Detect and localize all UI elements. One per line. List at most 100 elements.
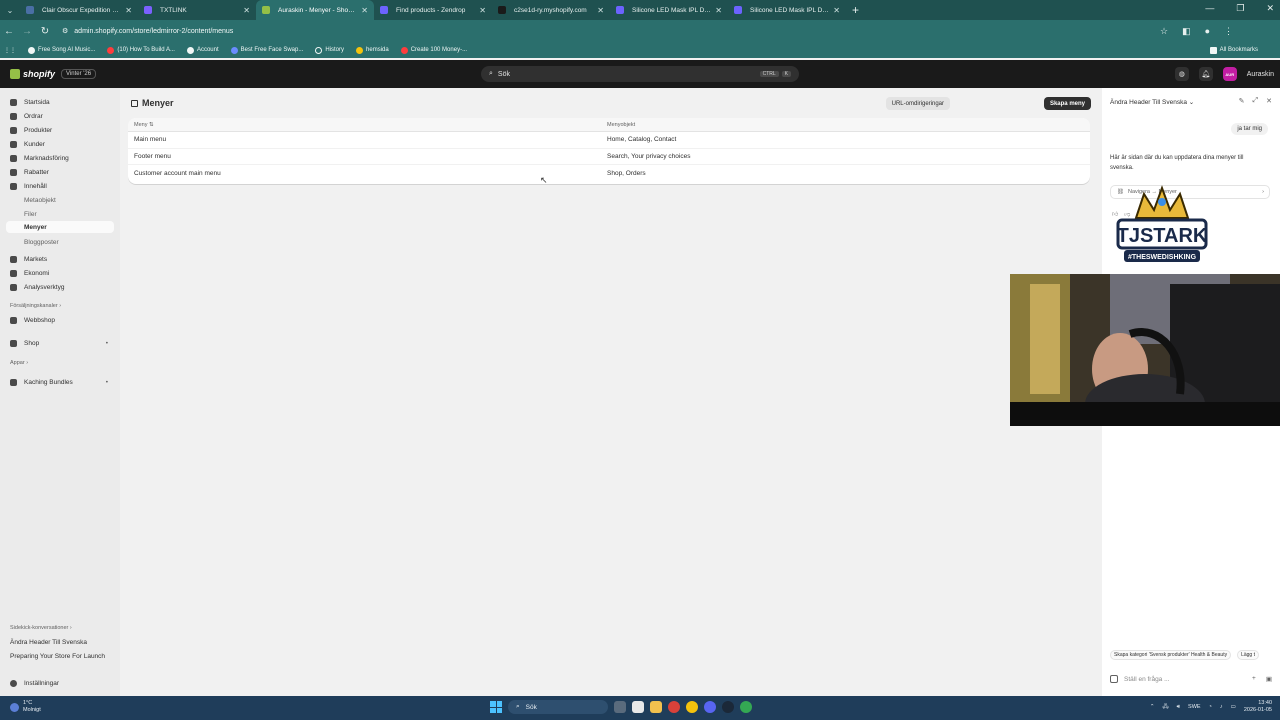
browser-tab[interactable]: c2se1d-ry.myshopify.com ✕ xyxy=(492,0,610,20)
ask-input[interactable]: Ställ en fråga ... + ▣ xyxy=(1110,672,1272,686)
edit-icon[interactable]: ✎ xyxy=(1239,97,1245,105)
back-arrow-icon[interactable]: ← xyxy=(0,26,18,37)
extensions-icon[interactable]: ◧ xyxy=(1182,26,1191,37)
bell-icon[interactable]: 🔔︎ xyxy=(1198,67,1213,81)
bookmark-item[interactable]: hemsida xyxy=(356,46,389,54)
sidebar-item-marknadsforing[interactable]: Marknadsföring xyxy=(6,152,114,164)
sidebar-item-filer[interactable]: Filer xyxy=(6,208,114,220)
windows-start-icon[interactable] xyxy=(490,701,502,713)
sidekick-conversations-heading[interactable]: Sidekick-konversationer › xyxy=(10,625,72,631)
plus-icon[interactable]: + xyxy=(1252,675,1256,683)
close-icon[interactable]: ✕ xyxy=(597,6,604,15)
sidebar-item-analysverktyg[interactable]: Analysverktyg xyxy=(6,281,114,293)
close-icon[interactable]: ✕ xyxy=(243,6,250,15)
task-view-icon[interactable] xyxy=(614,701,626,713)
store-name[interactable]: Auraskin xyxy=(1247,71,1274,78)
reload-icon[interactable]: ↻ xyxy=(36,26,54,37)
bookmark-item[interactable]: Account xyxy=(186,46,219,54)
edition-badge[interactable]: Vinter '26 xyxy=(61,69,97,79)
menu-kebab-icon[interactable]: ⋮ xyxy=(1224,26,1233,37)
sidebar-item-settings[interactable]: Inställningar xyxy=(6,677,114,689)
maximize-icon[interactable]: ❐ xyxy=(1236,3,1244,14)
url-field[interactable]: ⚙ admin.shopify.com/store/ledmirror-2/co… xyxy=(62,23,1152,39)
sidebar-item-ordrar[interactable]: Ordrar xyxy=(6,110,114,122)
table-row[interactable]: Customer account main menu Shop, Orders xyxy=(128,165,1090,182)
minimize-icon[interactable]: — xyxy=(1205,3,1214,14)
sidebar-item-kaching[interactable]: Kaching Bundles • xyxy=(6,376,114,388)
more-dot-icon[interactable]: • xyxy=(106,379,108,386)
all-bookmarks[interactable]: All Bookmarks xyxy=(1209,46,1258,54)
sidebar-item-produkter[interactable]: Produkter xyxy=(6,124,114,136)
sidebar-item-metaobjekt[interactable]: Metaobjekt xyxy=(6,194,114,206)
battery-icon[interactable]: ▭ xyxy=(1231,704,1236,710)
send-icon[interactable]: ▣ xyxy=(1266,675,1272,683)
bookmark-item[interactable]: History xyxy=(315,46,344,54)
bookmark-item[interactable]: Best Free Face Swap... xyxy=(230,46,303,54)
browser-tab[interactable]: Find products - Zendrop ✕ xyxy=(374,0,492,20)
speaker-icon[interactable]: 🔊︎ xyxy=(1177,704,1180,711)
avatar[interactable]: AUR xyxy=(1222,67,1237,81)
close-icon[interactable]: ✕ xyxy=(715,6,722,15)
browser-tab[interactable]: TXTLINK ✕ xyxy=(138,0,256,20)
weather-widget[interactable]: 1°C Molnigt xyxy=(10,700,41,714)
file-explorer-icon[interactable] xyxy=(650,701,662,713)
suggestion-chip[interactable]: Skapa kategori 'Svensk produkter' Health… xyxy=(1110,650,1232,660)
window-close-icon[interactable]: ✕ xyxy=(1266,3,1274,14)
discord-icon[interactable] xyxy=(704,701,716,713)
create-menu-button[interactable]: Skapa meny xyxy=(1043,97,1091,110)
close-icon[interactable]: ✕ xyxy=(833,6,840,15)
sidebar-item-webbshop[interactable]: Webbshop xyxy=(6,314,114,326)
sales-channels-heading[interactable]: Försäljningskanaler › xyxy=(10,303,61,309)
conversation-item[interactable]: Preparing Your Store For Launch xyxy=(10,653,105,660)
bookmark-item[interactable]: (10) How To Build A... xyxy=(107,46,175,54)
sort-icon[interactable]: ⇅ xyxy=(149,122,154,128)
sidekick-icon[interactable]: ◍ xyxy=(1174,67,1189,81)
column-header-menu[interactable]: Meny ⇅ xyxy=(128,122,607,128)
apps-grid-icon[interactable]: ⋮⋮ xyxy=(4,47,16,54)
app-icon[interactable] xyxy=(668,701,680,713)
sidebar-item-menyer[interactable]: Menyer xyxy=(6,221,114,233)
volume-icon[interactable]: ♪ xyxy=(1220,704,1223,710)
suggestion-chip[interactable]: Lägg t xyxy=(1237,650,1259,660)
bookmark-item[interactable]: Free Song AI Music... xyxy=(28,46,95,54)
sidebar-item-bloggposter[interactable]: Bloggposter xyxy=(6,236,114,248)
sidebar-item-innehall[interactable]: Innehåll xyxy=(6,180,114,192)
clock[interactable]: 13:40 2026-01-05 xyxy=(1244,700,1272,714)
sidekick-title[interactable]: Ändra Header Till Svenska ⌄ xyxy=(1110,98,1194,106)
search-input[interactable]: ⌕ Sök CTRL K xyxy=(481,66,799,82)
tray-chevron-up-icon[interactable]: ⌃ xyxy=(1150,704,1155,710)
expand-icon[interactable]: ⤢ xyxy=(1253,97,1259,105)
chrome-active-icon[interactable] xyxy=(740,701,752,713)
conversation-item[interactable]: Ändra Header Till Svenska xyxy=(10,639,87,646)
menu-name[interactable]: Customer account main menu xyxy=(128,170,607,177)
chrome-icon[interactable] xyxy=(686,701,698,713)
network-icon[interactable]: 🖧︎ xyxy=(1162,703,1168,712)
sidebar-item-ekonomi[interactable]: Ekonomi xyxy=(6,267,114,279)
browser-tab[interactable]: Clair Obscur Expedition 33 – Di✕ xyxy=(20,0,138,20)
close-icon[interactable]: ✕ xyxy=(361,6,368,15)
browser-tab[interactable]: Silicone LED Mask IPL Device fo✕ xyxy=(728,0,846,20)
forward-arrow-icon[interactable]: → xyxy=(18,26,36,37)
table-row[interactable]: Main menu Home, Catalog, Contact xyxy=(128,132,1090,149)
steam-icon[interactable] xyxy=(722,701,734,713)
menu-name[interactable]: Footer menu xyxy=(128,153,607,160)
star-bookmark-icon[interactable]: ☆ xyxy=(1160,26,1168,37)
menu-name[interactable]: Main menu xyxy=(128,136,607,143)
site-info-icon[interactable]: ⚙ xyxy=(62,27,68,35)
url-redirects-button[interactable]: URL-omdirigeringar xyxy=(885,97,950,110)
wifi-icon[interactable]: ◔ xyxy=(1209,704,1212,710)
sidebar-item-rabatter[interactable]: Rabatter xyxy=(6,166,114,178)
sidebar-item-startsida[interactable]: Startsida xyxy=(6,96,114,108)
profile-icon[interactable]: ● xyxy=(1205,26,1210,37)
language-indicator[interactable]: SWE xyxy=(1188,704,1201,710)
close-icon[interactable]: ✕ xyxy=(125,6,132,15)
shopify-logo[interactable]: shopify xyxy=(10,69,55,79)
taskbar-search[interactable]: ⌕ Sök xyxy=(508,700,608,714)
sidebar-item-markets[interactable]: Markets xyxy=(6,253,114,265)
table-row[interactable]: Footer menu Search, Your privacy choices xyxy=(128,149,1090,165)
new-tab-plus-icon[interactable]: + xyxy=(852,3,859,17)
browser-tab[interactable]: Silicone LED Mask IPL Device fo✕ xyxy=(610,0,728,20)
calendar-app-icon[interactable] xyxy=(632,701,644,713)
bookmark-item[interactable]: Create 100 Money-... xyxy=(400,46,467,54)
tab-search-chevron-icon[interactable]: ⌄ xyxy=(0,6,20,15)
